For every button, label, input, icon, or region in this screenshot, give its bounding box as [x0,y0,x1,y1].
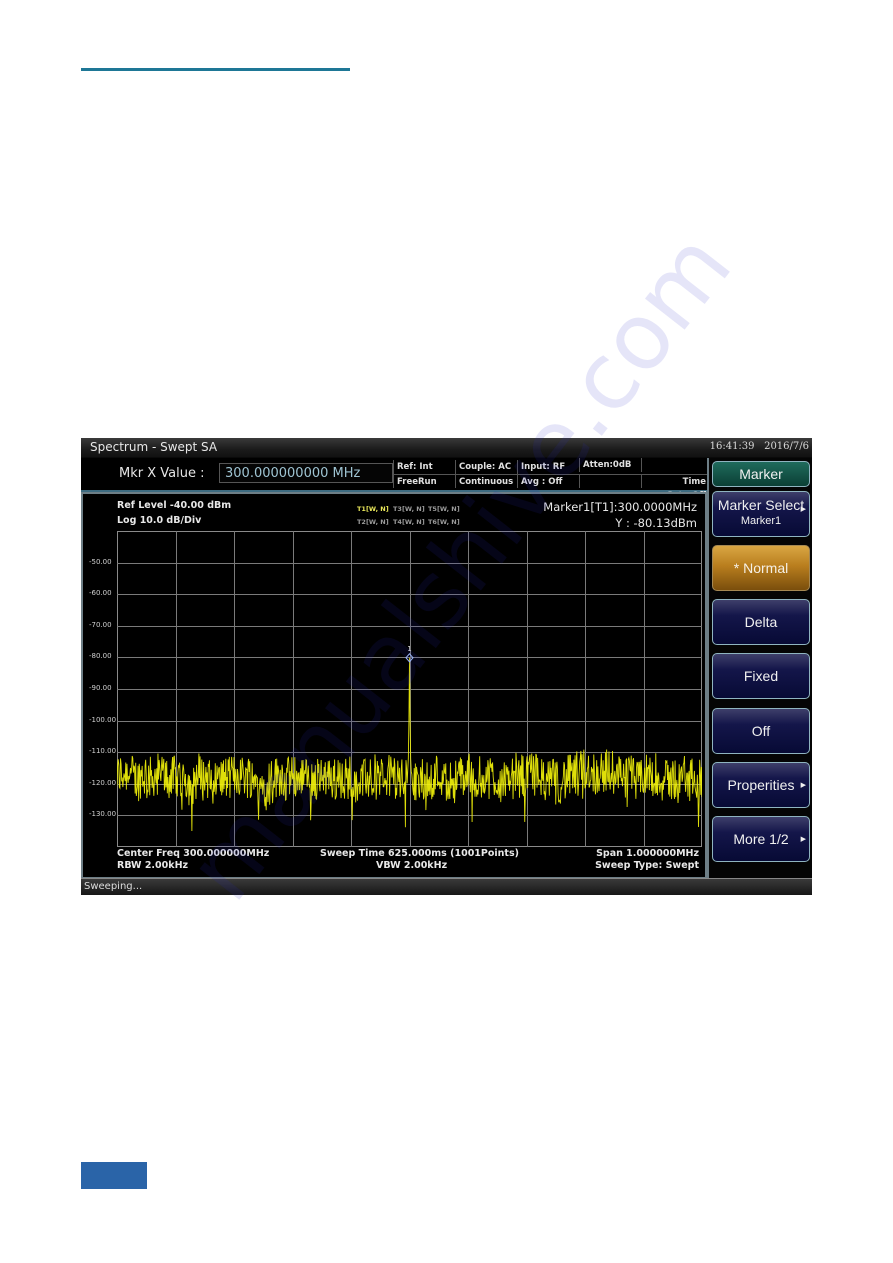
title-bar: Spectrum - Swept SA 16:41:39 2016/7/6 [81,438,812,458]
softkey-properities[interactable]: Properities ▶ [712,762,810,808]
rbw: RBW 2.00kHz [117,860,189,871]
marker-x-label: Mkr X Value : [119,466,205,481]
status-sweep-mode: Continuous [455,474,517,488]
status-empty-2 [579,474,641,488]
marker-x-value-input[interactable]: 300.000000000 MHz [219,463,393,483]
y-tick-label: -110.00 [89,747,117,756]
y-tick-label: -100.00 [89,715,117,724]
status-atten: Atten:0dB [579,458,641,472]
center-freq: Center Freq 300.000000MHz [117,848,270,859]
clock: 16:41:39 2016/7/6 [710,441,809,452]
sweep-type: Sweep Type: Swept [595,860,699,871]
softkey-label: Off [751,723,771,739]
submenu-arrow-icon: ▶ [800,506,806,513]
trace-label-t5[interactable]: T5[W, N] [428,505,460,513]
softkey-panel: Marker Marker Select Marker1 ▶ * Normal Delt… [707,458,812,878]
span: Span 1.000000MHz [596,848,699,859]
softkey-off[interactable]: Off [712,708,810,754]
status-text: Sweeping... [84,881,143,892]
softkey-label: More 1/2 [733,831,789,847]
trace-label-t1[interactable]: T1[W, N] [357,505,389,513]
trace-label-t6[interactable]: T6[W, N] [428,518,460,526]
trace-label-t4[interactable]: T4[W, N] [393,518,425,526]
y-tick-label: -60.00 [89,589,112,598]
softkey-label: * Normal [733,560,789,576]
softkey-normal[interactable]: * Normal [712,545,810,591]
ref-level: Ref Level -40.00 dBm [117,500,232,511]
softkey-label: Marker Select [717,497,805,513]
softkey-delta[interactable]: Delta [712,599,810,645]
scale-per-div: Log 10.0 dB/Div [117,515,202,526]
document-header-rule [81,68,350,71]
analyzer-screen: Spectrum - Swept SA 16:41:39 2016/7/6 Mk… [81,438,812,895]
window-title: Spectrum - Swept SA [90,440,218,454]
marker-1-number: 1 [407,645,411,653]
time: 16:41:39 [709,441,755,452]
trace-label-t2[interactable]: T2[W, N] [357,518,389,526]
softkey-sublabel: Marker1 [740,515,782,527]
submenu-arrow-icon: ▶ [800,782,806,789]
marker-readout-x: Marker1[T1]:300.0000MHz [543,500,697,514]
y-tick-label: -70.00 [89,620,112,629]
status-trigger: FreeRun [393,474,455,488]
sweep-time: Sweep Time 625.000ms (1001Points) [320,848,519,859]
y-tick-label: -50.00 [89,557,112,566]
softkey-more-1-2[interactable]: More 1/2 ▶ [712,816,810,862]
status-grid: Ref: Int Couple: AC Input: RF Atten:0dB … [393,458,707,501]
status-bar: Sweeping... [81,878,812,895]
vbw: VBW 2.00kHz [376,860,448,871]
marker-readout-y: Y : -80.13dBm [615,516,697,530]
softkey-label: Delta [744,614,778,630]
plot-area: Ref Level -40.00 dBm Log 10.0 dB/Div T1[… [81,492,707,879]
status-ref: Ref: Int [393,460,455,474]
spectrum-graticule: 1 [117,531,702,847]
status-empty-1 [641,458,707,472]
softkey-label: Properities [727,777,795,793]
status-time-gate: Time Gate:Off [641,474,707,501]
softkey-fixed[interactable]: Fixed [712,653,810,699]
marker-entry-bar: Mkr X Value : 300.000000000 MHz Ref: Int… [81,458,707,501]
y-tick-label: -130.00 [89,810,117,819]
date: 2016/7/6 [764,441,809,452]
status-input: Input: RF [517,460,579,474]
status-avg: Avg : Off [517,474,579,488]
softkey-menu-title: Marker [712,461,810,487]
y-tick-label: -90.00 [89,684,112,692]
status-couple: Couple: AC [455,460,517,474]
y-tick-label: -80.00 [89,652,112,661]
softkey-marker-select[interactable]: Marker Select Marker1 ▶ [712,491,810,537]
softkey-label: Fixed [743,668,779,684]
submenu-arrow-icon: ▶ [800,836,806,843]
trace-label-t3[interactable]: T3[W, N] [393,505,425,513]
y-tick-label: -120.00 [89,778,117,787]
page-number-tab [81,1162,147,1189]
